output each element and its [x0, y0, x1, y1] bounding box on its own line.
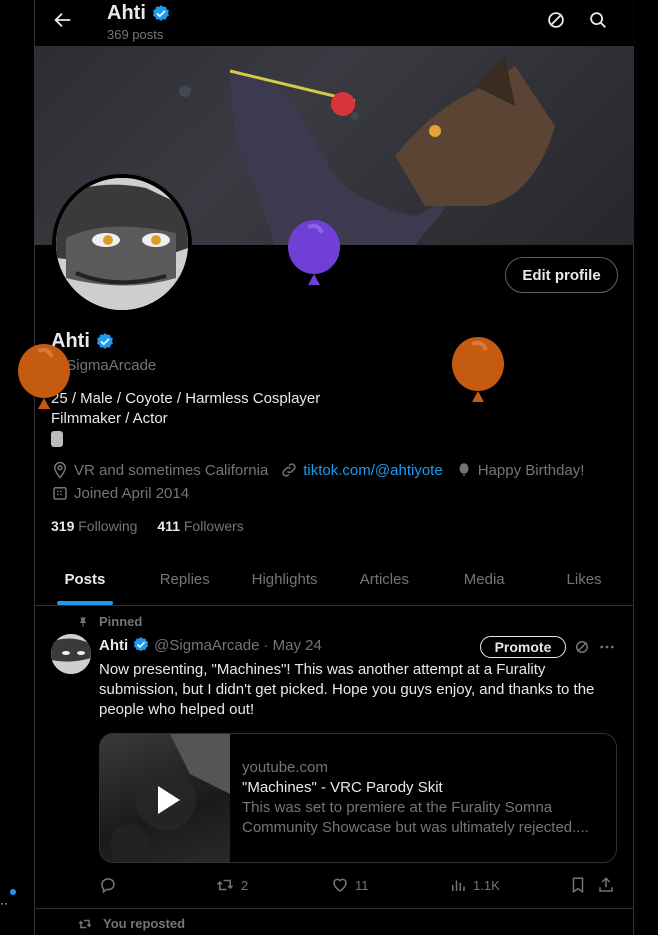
calendar-icon — [53, 487, 67, 500]
tab-label: Media — [463, 571, 505, 588]
pin-icon — [79, 617, 87, 627]
tab-highlights[interactable]: Highlights — [235, 556, 335, 605]
card-thumbnail-artwork — [110, 734, 230, 862]
profile-meta-row-1: VR and sometimes California tiktok.com/@… — [51, 461, 596, 479]
avatar-artwork — [56, 178, 188, 310]
verified-badge-icon — [134, 637, 149, 652]
joined-text: Joined April 2014 — [74, 484, 190, 502]
bio-emoji-icon — [51, 431, 63, 447]
heart-icon — [333, 878, 347, 892]
like-count: 11 — [355, 877, 369, 893]
purple-balloon-icon — [288, 220, 340, 285]
card-thumbnail — [100, 734, 230, 862]
website-item: tiktok.com/@ahtiyote — [280, 461, 443, 479]
top-bar: Ahti 369 posts — [35, 0, 634, 46]
following-link[interactable]: 319 Following — [51, 518, 137, 534]
profile-avatar[interactable] — [52, 174, 192, 314]
location-pin-icon — [53, 461, 67, 479]
pinned-text: Pinned — [99, 614, 143, 629]
website-link[interactable]: tiktok.com/@ahtiyote — [303, 462, 442, 479]
tweet-author-handle[interactable]: @SigmaArcade — [154, 637, 259, 654]
orange-balloon-icon — [452, 337, 504, 402]
profile-meta-row-2: Joined April 2014 — [51, 484, 201, 502]
promote-button[interactable]: Promote — [480, 636, 566, 658]
view-count: 1.1K — [473, 877, 500, 893]
followers-label: Followers — [183, 518, 244, 534]
bio-line-2: Filmmaker / Actor — [51, 410, 168, 427]
header-posts-count: 369 posts — [107, 27, 164, 42]
tweet-divider — [35, 908, 634, 909]
card-description-line-2: Community Showcase but was ultimately re… — [242, 819, 589, 836]
followers-link[interactable]: 411 Followers — [157, 518, 243, 534]
verified-badge-icon — [152, 4, 169, 21]
views-button[interactable]: 1.1K — [449, 876, 500, 894]
back-arrow-icon[interactable] — [51, 9, 73, 31]
more-options-icon[interactable] — [598, 638, 616, 656]
like-button[interactable]: 11 — [331, 876, 369, 894]
location-item: VR and sometimes California — [51, 461, 268, 479]
share-icon[interactable] — [597, 876, 615, 894]
repost-button[interactable]: 2 — [215, 876, 248, 894]
tweet-text: Now presenting, "Machines"! This was ano… — [99, 661, 595, 718]
verified-badge-icon[interactable] — [95, 332, 115, 352]
header-name: Ahti — [107, 2, 171, 25]
bookmark-icon[interactable] — [569, 876, 587, 894]
link-icon — [282, 463, 296, 477]
joined-item: Joined April 2014 — [51, 484, 189, 502]
tab-articles[interactable]: Articles — [334, 556, 434, 605]
tab-likes[interactable]: Likes — [534, 556, 634, 605]
tab-label: Posts — [64, 571, 106, 588]
card-domain: youtube.com — [242, 759, 328, 776]
reply-button[interactable] — [99, 876, 117, 894]
birthday-item: Happy Birthday! — [455, 461, 585, 479]
link-card[interactable]: youtube.com "Machines" - VRC Parody Skit… — [99, 733, 617, 863]
tab-label: Replies — [159, 571, 210, 588]
location-text: VR and sometimes California — [74, 461, 269, 479]
following-label: Following — [78, 518, 138, 534]
grok-icon[interactable] — [573, 638, 591, 656]
card-title: "Machines" - VRC Parody Skit — [242, 779, 443, 796]
grok-icon[interactable] — [545, 9, 567, 31]
birthday-text: Happy Birthday! — [477, 461, 585, 479]
active-tab-indicator — [56, 601, 113, 605]
bio-line-1: 25 / Male / Coyote / Harmless Cosplayer — [51, 390, 321, 407]
edit-profile-button[interactable]: Edit profile — [505, 257, 618, 293]
card-description-line-1: This was set to premiere at the Furality… — [242, 799, 553, 816]
profile-tabs: Posts Replies Highlights Articles Media … — [35, 556, 634, 606]
notification-dot — [10, 889, 16, 895]
repost-icon — [78, 919, 92, 928]
pinned-label: Pinned — [77, 614, 142, 629]
profile-bio: 25 / Male / Coyote / Harmless Cosplayer … — [51, 389, 320, 447]
tab-replies[interactable]: Replies — [135, 556, 235, 605]
profile-column: Ahti 369 posts Edit profile Ahti @SigmaA… — [34, 0, 634, 935]
tab-media[interactable]: Media — [434, 556, 534, 605]
search-icon[interactable] — [587, 9, 609, 31]
balloon-icon — [459, 463, 469, 476]
tweet-author-name[interactable]: Ahti — [99, 637, 128, 654]
reply-icon — [101, 878, 115, 894]
reposted-text: You reposted — [103, 916, 186, 931]
tweet-avatar-artwork — [51, 634, 91, 674]
tab-label: Likes — [566, 571, 602, 588]
tab-label: Highlights — [251, 571, 318, 588]
tab-posts[interactable]: Posts — [35, 556, 135, 605]
orange-balloon-icon — [18, 344, 70, 409]
more-icon[interactable]: ·· — [0, 896, 8, 910]
card-info: youtube.com "Machines" - VRC Parody Skit… — [242, 758, 607, 838]
tweet-header: Ahti @SigmaArcade · May 24 — [99, 636, 322, 654]
tweet-avatar[interactable] — [51, 634, 91, 674]
follow-stats: 319 Following 411 Followers — [51, 518, 244, 534]
tab-label: Articles — [359, 571, 409, 588]
reposted-label: You reposted — [77, 916, 185, 931]
header-name-text: Ahti — [107, 2, 146, 24]
analytics-icon — [452, 880, 465, 891]
repost-count: 2 — [241, 877, 249, 893]
repost-icon — [216, 879, 234, 891]
tweet-date[interactable]: · May 24 — [263, 637, 321, 654]
following-count: 319 — [51, 518, 75, 534]
followers-count: 411 — [157, 518, 180, 534]
tweet-actions: 2 11 1.1K — [99, 876, 619, 896]
